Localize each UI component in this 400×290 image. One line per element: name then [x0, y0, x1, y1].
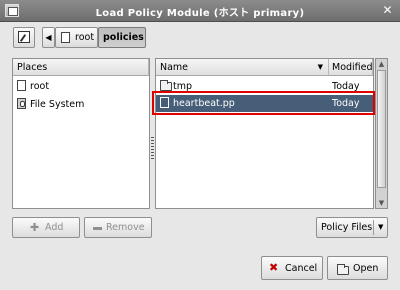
- cancel-icon: ✖: [269, 261, 279, 274]
- window-menu-icon[interactable]: [5, 4, 19, 17]
- document-icon: [61, 32, 70, 43]
- places-item-root[interactable]: root: [13, 78, 149, 95]
- filter-label: Policy Files: [321, 222, 373, 233]
- path-button-root[interactable]: root: [55, 27, 98, 48]
- scroll-up-icon[interactable]: ▲: [377, 59, 386, 69]
- file-list: Name ▼ Modified tmp Today heartbeat.pp T…: [155, 58, 374, 209]
- drive-icon: [17, 98, 26, 109]
- name-column-header[interactable]: Name ▼: [156, 59, 329, 76]
- selection-highlight-box: [152, 91, 375, 115]
- modified-column-label: Modified: [332, 62, 373, 73]
- window-title: Load Policy Module (ホスト primary): [95, 8, 305, 19]
- remove-button-label: Remove: [106, 222, 145, 233]
- places-item-label: File System: [30, 99, 85, 110]
- open-button[interactable]: Open: [327, 256, 388, 280]
- places-item-file-system[interactable]: File System: [13, 96, 149, 113]
- open-button-label: Open: [353, 263, 379, 274]
- type-location-button[interactable]: [13, 27, 35, 48]
- path-button-label: root: [75, 32, 95, 43]
- add-bookmark-button[interactable]: ✚ Add: [12, 217, 80, 238]
- places-column-header[interactable]: Places: [13, 59, 149, 76]
- path-button-label: policies: [103, 32, 144, 43]
- cancel-button-label: Cancel: [285, 263, 318, 274]
- file-filter-select[interactable]: Policy Files ▼: [316, 217, 388, 238]
- document-icon: [17, 80, 26, 91]
- add-button-label: Add: [45, 222, 64, 233]
- pane-resize-handle[interactable]: [151, 137, 154, 159]
- modified-column-header[interactable]: Modified: [329, 59, 373, 76]
- places-header-label: Places: [17, 62, 48, 73]
- chevron-down-icon: ▼: [378, 223, 384, 231]
- close-icon[interactable]: ✕: [380, 3, 395, 18]
- places-item-label: root: [30, 81, 50, 92]
- title-bar: Load Policy Module (ホスト primary) ✕: [0, 0, 400, 22]
- folder-open-icon: [337, 264, 349, 275]
- cancel-button[interactable]: ✖ Cancel: [261, 256, 323, 280]
- chevron-left-icon: ◀: [45, 33, 52, 42]
- file-list-scrollbar[interactable]: ▲ ▼: [375, 58, 388, 209]
- remove-bookmark-button[interactable]: Remove: [84, 217, 152, 238]
- path-scroll-left-button[interactable]: ◀: [42, 27, 55, 48]
- path-button-policies[interactable]: policies: [98, 27, 146, 48]
- sort-down-icon: ▼: [317, 63, 323, 71]
- plus-icon: ✚: [30, 221, 40, 234]
- pencil-icon: [18, 31, 30, 43]
- places-panel: Places root File System: [12, 58, 150, 209]
- minus-icon: [93, 227, 102, 230]
- scrollbar-thumb[interactable]: [377, 70, 386, 188]
- folder-icon: [160, 80, 172, 91]
- name-column-label: Name: [160, 62, 189, 73]
- scroll-down-icon[interactable]: ▼: [377, 198, 386, 208]
